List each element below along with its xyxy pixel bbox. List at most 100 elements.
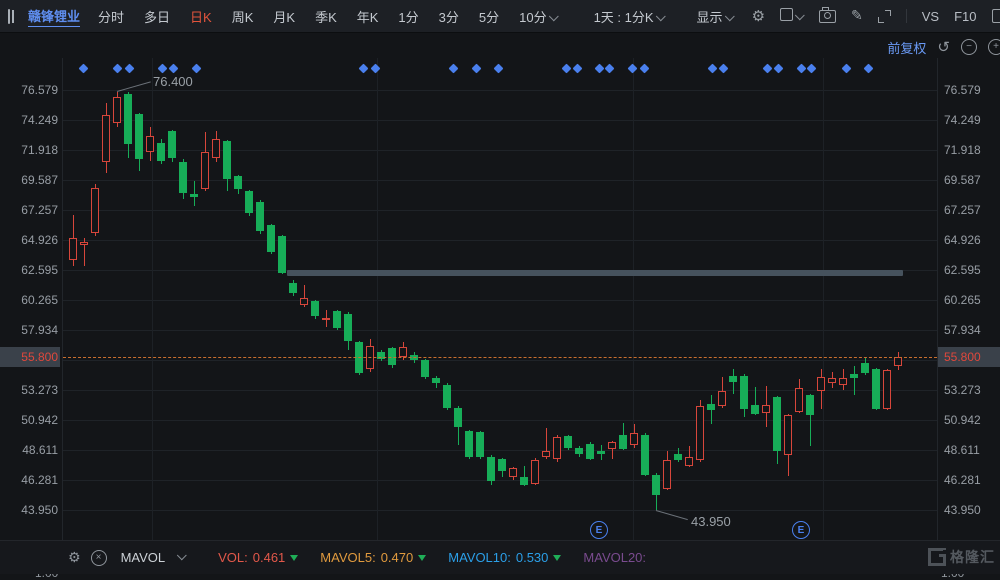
event-diamond-marker[interactable] <box>639 63 649 73</box>
event-diamond-marker[interactable] <box>806 63 816 73</box>
candle <box>872 369 880 409</box>
triangle-down-icon <box>553 555 561 561</box>
candle <box>564 436 572 448</box>
candle <box>553 437 561 459</box>
event-diamond-marker[interactable] <box>561 63 571 73</box>
display-dropdown[interactable]: 显示 <box>697 7 734 26</box>
event-diamond-marker[interactable] <box>448 63 458 73</box>
event-diamond-marker[interactable] <box>112 63 122 73</box>
y-axis-label: 43.950 <box>0 503 58 517</box>
candle <box>883 370 891 409</box>
interval-dropdown[interactable]: 1天 : 1分K <box>594 7 665 26</box>
candle <box>234 176 242 189</box>
f10-button[interactable]: F10 <box>954 9 976 24</box>
draw-pencil-icon[interactable]: ✎ <box>851 8 863 24</box>
candlestick-chart[interactable]: 76.57976.57974.24974.24971.91871.91869.5… <box>0 0 1000 573</box>
tab-年K[interactable]: 年K <box>357 7 379 26</box>
side-panel-icon[interactable] <box>992 9 1000 23</box>
candle <box>256 202 264 232</box>
event-diamond-marker[interactable] <box>863 63 873 73</box>
candle <box>707 404 715 410</box>
candle <box>278 236 286 272</box>
candle <box>740 376 748 409</box>
gridline-horizontal <box>63 210 937 211</box>
screenshot-camera-icon[interactable] <box>819 10 836 23</box>
candle <box>586 444 594 459</box>
y-axis-label: 60.265 <box>0 293 58 307</box>
tab-5分[interactable]: 5分 <box>479 7 499 26</box>
indicator-close-icon[interactable]: × <box>91 550 107 566</box>
tab-10分[interactable]: 10分 <box>519 7 557 26</box>
zoom-out-icon[interactable]: − <box>961 39 977 55</box>
event-diamond-marker[interactable] <box>594 63 604 73</box>
indicator-settings-gear-icon[interactable]: ⚙ <box>68 550 81 566</box>
event-diamond-marker[interactable] <box>157 63 167 73</box>
indicator-selector[interactable]: MAVOL <box>121 550 166 565</box>
candle <box>443 385 451 408</box>
event-diamond-marker[interactable] <box>471 63 481 73</box>
chevron-down-icon <box>655 11 665 21</box>
tab-月K[interactable]: 月K <box>273 7 295 26</box>
event-diamond-marker[interactable] <box>762 63 772 73</box>
tab-多日[interactable]: 多日 <box>144 7 170 26</box>
event-diamond-marker[interactable] <box>78 63 88 73</box>
event-diamond-marker[interactable] <box>718 63 728 73</box>
candle <box>267 225 275 252</box>
candle <box>663 460 671 488</box>
event-diamond-marker[interactable] <box>370 63 380 73</box>
indicator-item: VOL:0.461 <box>218 550 298 565</box>
y-axis-label: 50.942 <box>0 413 58 427</box>
top-toolbar: 赣锋锂业 分时 多日 日K 周K 月K 季K 年K 1分 3分 5分 10分 1天 : 1分K 显示… <box>0 0 1000 33</box>
event-e-marker[interactable]: E <box>792 521 810 539</box>
gelonghui-logo-icon <box>928 548 946 566</box>
event-diamond-marker[interactable] <box>707 63 717 73</box>
price-adjustment-selector[interactable]: 前复权 <box>887 38 926 57</box>
indicator-value: 0.470 <box>381 550 414 565</box>
candle <box>135 114 143 159</box>
zoom-in-icon[interactable]: + <box>988 39 1000 55</box>
candle <box>476 432 484 456</box>
y-axis-label: 50.942 <box>944 413 981 427</box>
indicator-item: MAVOL20: <box>583 550 646 565</box>
watermark-brand: 格隆汇 <box>950 547 995 567</box>
event-diamond-marker[interactable] <box>358 63 368 73</box>
reset-zoom-icon[interactable]: ↺ <box>937 38 950 56</box>
event-e-marker[interactable]: E <box>590 521 608 539</box>
event-diamond-marker[interactable] <box>191 63 201 73</box>
tab-周K[interactable]: 周K <box>232 7 254 26</box>
candle <box>718 391 726 406</box>
gridline-horizontal <box>63 390 937 391</box>
tab-季K[interactable]: 季K <box>315 7 337 26</box>
chart-style-dropdown[interactable] <box>780 8 804 24</box>
tab-1分[interactable]: 1分 <box>398 7 418 26</box>
event-diamond-marker[interactable] <box>841 63 851 73</box>
event-diamond-marker[interactable] <box>796 63 806 73</box>
tab-日K[interactable]: 日K <box>190 7 212 26</box>
event-diamond-marker[interactable] <box>124 63 134 73</box>
candle <box>696 406 704 460</box>
settings-gear-icon[interactable]: ⚙ <box>752 7 765 25</box>
event-diamond-marker[interactable] <box>627 63 637 73</box>
candle <box>322 318 330 321</box>
indicator-label: MAVOL5: <box>320 550 375 565</box>
axis-border-left <box>62 58 63 573</box>
event-diamond-marker[interactable] <box>604 63 614 73</box>
tab-3分[interactable]: 3分 <box>439 7 459 26</box>
event-diamond-marker[interactable] <box>168 63 178 73</box>
event-diamond-marker[interactable] <box>773 63 783 73</box>
gridline-horizontal <box>63 150 937 151</box>
candle <box>454 408 462 427</box>
candle <box>113 97 121 123</box>
window-layout-icon[interactable] <box>8 9 10 24</box>
indicator-label: MAVOL20: <box>583 550 646 565</box>
event-diamond-marker[interactable] <box>493 63 503 73</box>
stock-name[interactable]: 赣锋锂业 <box>28 6 80 27</box>
event-diamond-marker[interactable] <box>572 63 582 73</box>
y-axis-label: 74.249 <box>0 113 58 127</box>
y-axis-label: 46.281 <box>0 473 58 487</box>
candle <box>795 388 803 411</box>
tab-分时[interactable]: 分时 <box>98 7 124 26</box>
candle <box>894 357 902 366</box>
fullscreen-expand-icon[interactable] <box>878 10 891 23</box>
vs-button[interactable]: VS <box>922 9 939 24</box>
